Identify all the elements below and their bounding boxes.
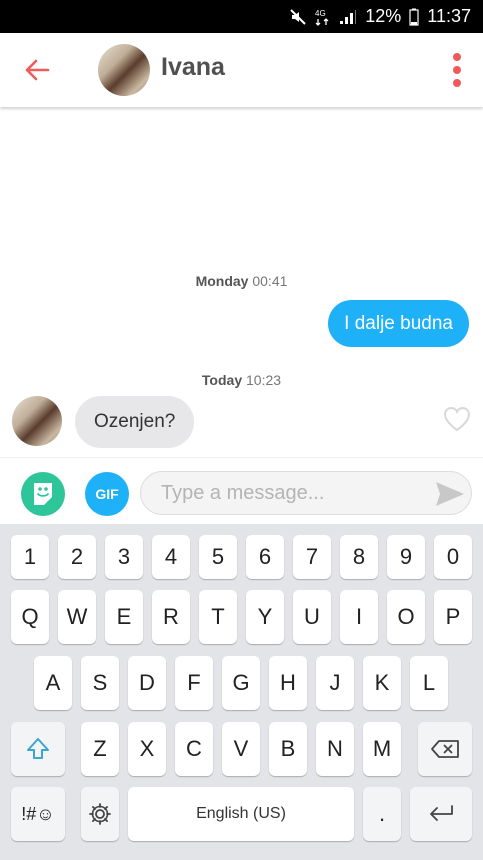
enter-icon bbox=[430, 805, 453, 821]
shift-arrow-icon bbox=[27, 738, 49, 759]
key-h[interactable]: H bbox=[269, 656, 307, 710]
network-4g-icon: 4G bbox=[315, 7, 331, 27]
message-composer: GIF bbox=[0, 457, 483, 524]
key-f[interactable]: F bbox=[175, 656, 213, 710]
key-4[interactable]: 4 bbox=[152, 535, 190, 579]
key-v[interactable]: V bbox=[222, 722, 260, 776]
key-c[interactable]: C bbox=[175, 722, 213, 776]
key-y[interactable]: Y bbox=[246, 590, 284, 644]
incoming-message-bubble[interactable]: Ozenjen? bbox=[75, 396, 195, 448]
clock: 11:37 bbox=[427, 6, 471, 26]
key-2[interactable]: 2 bbox=[58, 535, 96, 579]
space-key[interactable]: English (US) bbox=[128, 787, 354, 841]
chat-header: Ivana bbox=[0, 33, 483, 107]
key-x[interactable]: X bbox=[128, 722, 166, 776]
keyboard-settings-key[interactable] bbox=[81, 787, 119, 841]
like-heart-icon[interactable] bbox=[443, 406, 471, 432]
key-d[interactable]: D bbox=[128, 656, 166, 710]
svg-text:4G: 4G bbox=[315, 9, 326, 18]
key-0[interactable]: 0 bbox=[434, 535, 472, 579]
gif-button[interactable]: GIF bbox=[85, 472, 129, 516]
timestamp: Today 10:23 bbox=[0, 372, 483, 388]
message-input[interactable] bbox=[140, 471, 472, 515]
backspace-icon bbox=[431, 740, 459, 758]
key-q[interactable]: Q bbox=[11, 590, 49, 644]
timestamp: Monday 00:41 bbox=[0, 273, 483, 289]
sticker-button[interactable] bbox=[21, 472, 65, 516]
key-a[interactable]: A bbox=[34, 656, 72, 710]
key-k[interactable]: K bbox=[363, 656, 401, 710]
send-icon[interactable] bbox=[434, 480, 466, 508]
contact-avatar[interactable] bbox=[98, 44, 150, 96]
timestamp-day: Monday bbox=[195, 273, 249, 289]
period-key[interactable]: . bbox=[363, 787, 401, 841]
gear-icon bbox=[89, 803, 111, 825]
key-l[interactable]: L bbox=[410, 656, 448, 710]
symbols-key[interactable]: !#☺ bbox=[11, 787, 65, 841]
key-3[interactable]: 3 bbox=[105, 535, 143, 579]
key-5[interactable]: 5 bbox=[199, 535, 237, 579]
enter-key[interactable] bbox=[410, 787, 472, 841]
key-o[interactable]: O bbox=[387, 590, 425, 644]
more-options-icon[interactable] bbox=[449, 53, 465, 87]
signal-icon bbox=[339, 9, 357, 25]
key-8[interactable]: 8 bbox=[340, 535, 378, 579]
key-u[interactable]: U bbox=[293, 590, 331, 644]
key-1[interactable]: 1 bbox=[11, 535, 49, 579]
timestamp-time: 10:23 bbox=[246, 372, 282, 388]
key-z[interactable]: Z bbox=[81, 722, 119, 776]
key-e[interactable]: E bbox=[105, 590, 143, 644]
key-g[interactable]: G bbox=[222, 656, 260, 710]
key-j[interactable]: J bbox=[316, 656, 354, 710]
key-r[interactable]: R bbox=[152, 590, 190, 644]
contact-name[interactable]: Ivana bbox=[161, 53, 225, 82]
key-m[interactable]: M bbox=[363, 722, 401, 776]
key-p[interactable]: P bbox=[434, 590, 472, 644]
battery-percent: 12% bbox=[365, 6, 402, 26]
sender-avatar[interactable] bbox=[12, 396, 62, 446]
status-bar: 4G 12% 11:37 bbox=[0, 0, 483, 33]
back-arrow-icon[interactable] bbox=[22, 55, 52, 85]
timestamp-day: Today bbox=[201, 372, 243, 388]
key-6[interactable]: 6 bbox=[246, 535, 284, 579]
sticker-face-icon bbox=[34, 483, 52, 505]
key-9[interactable]: 9 bbox=[387, 535, 425, 579]
key-n[interactable]: N bbox=[316, 722, 354, 776]
timestamp-time: 00:41 bbox=[252, 273, 288, 289]
key-b[interactable]: B bbox=[269, 722, 307, 776]
key-w[interactable]: W bbox=[58, 590, 96, 644]
key-7[interactable]: 7 bbox=[293, 535, 331, 579]
message-list: Monday 00:41 I dalje budna Today 10:23 O… bbox=[0, 107, 483, 457]
mute-icon bbox=[289, 8, 307, 26]
key-i[interactable]: I bbox=[340, 590, 378, 644]
outgoing-message-bubble[interactable]: I dalje budna bbox=[328, 300, 469, 347]
battery-icon bbox=[409, 8, 419, 26]
shift-key[interactable] bbox=[11, 722, 65, 776]
key-s[interactable]: S bbox=[81, 656, 119, 710]
on-screen-keyboard: 1 2 3 4 5 6 7 8 9 0 Q W E R T Y U I O P … bbox=[0, 524, 483, 860]
backspace-key[interactable] bbox=[418, 722, 472, 776]
key-t[interactable]: T bbox=[199, 590, 237, 644]
